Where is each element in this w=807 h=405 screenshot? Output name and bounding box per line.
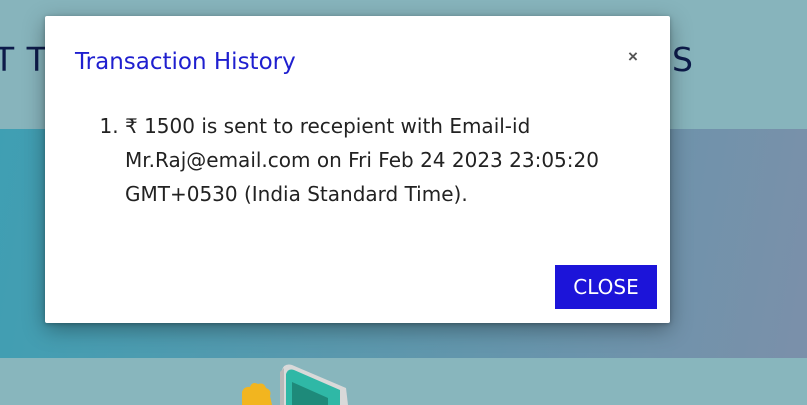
close-button[interactable]: CLOSE (555, 265, 657, 309)
list-item: ₹ 1500 is sent to recepient with Email-i… (125, 109, 645, 211)
page-heading-left: T T (0, 40, 48, 79)
lower-section (0, 358, 807, 405)
transaction-history-modal: Transaction History × ₹ 1500 is sent to … (45, 16, 670, 323)
payment-illustration (242, 364, 348, 405)
modal-title: Transaction History (75, 49, 296, 75)
page: T T S Transaction History × ₹ 1500 is se… (0, 0, 807, 405)
close-icon[interactable]: × (623, 47, 643, 67)
transaction-list: ₹ 1500 is sent to recepient with Email-i… (99, 109, 645, 211)
page-heading-right: S (672, 40, 694, 79)
